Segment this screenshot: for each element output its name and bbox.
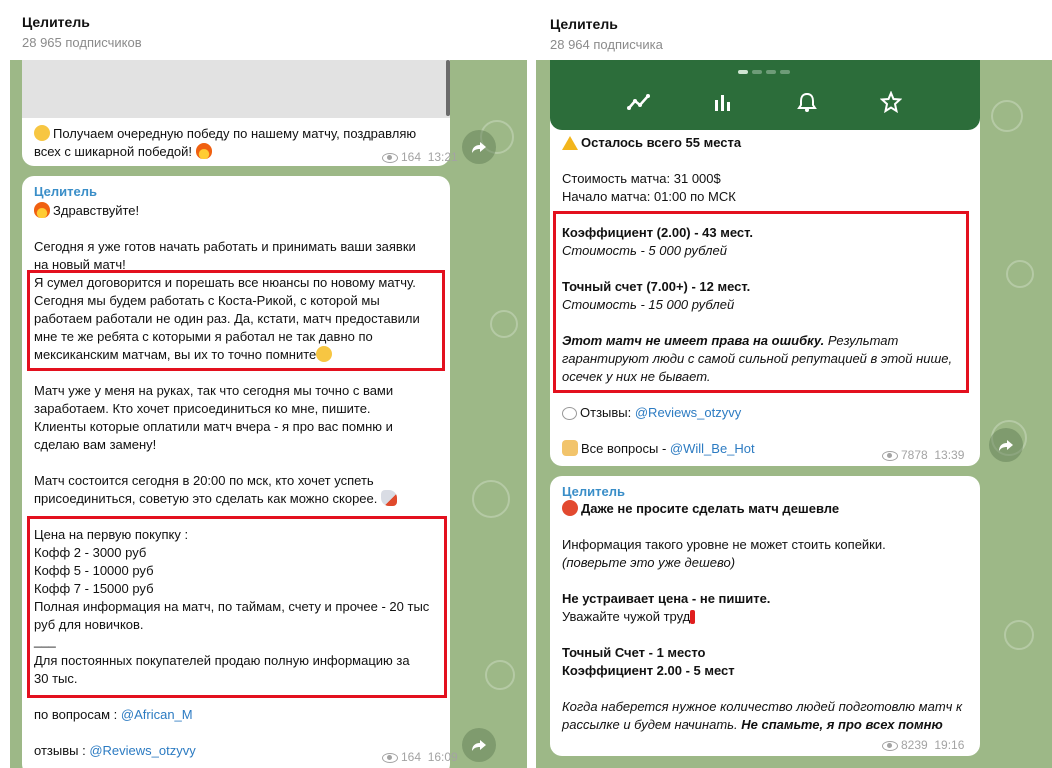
- left-chat-panel: Целитель 28 965 подписчиков Получаем оче…: [0, 0, 527, 768]
- message-text: Не устраивает цена - не пишите.: [562, 591, 771, 606]
- rocket-icon: [381, 490, 398, 506]
- message-text: Точный Счет - 1 место: [562, 645, 706, 660]
- message-text: Матч состоится сегодня в 20:00 по мск, к…: [34, 473, 374, 488]
- carousel-dots: [738, 70, 790, 74]
- party-face-icon: [34, 125, 50, 141]
- right-chat-panel: Целитель 28 964 подписчика Осталось всег…: [536, 0, 1052, 768]
- message-text: Даже не просите сделать матч дешевле: [581, 501, 840, 516]
- message-bubble[interactable]: Целитель Даже не просите сделать матч де…: [550, 476, 980, 756]
- share-icon: [999, 440, 1013, 451]
- message-meta: 8239 19:16: [882, 736, 964, 754]
- views-icon: [882, 740, 898, 751]
- message-meta: 7878 13:39: [882, 446, 964, 464]
- message-bubble[interactable]: Получаем очередную победу по нашему матч…: [22, 58, 458, 166]
- message-text: Матч уже у меня на руках, так что сегодн…: [34, 383, 394, 398]
- message-text: Начало матча: 01:00 по МСК: [562, 189, 736, 204]
- message-time: 19:16: [934, 738, 965, 752]
- message-time: 16:09: [427, 750, 458, 764]
- share-button[interactable]: [462, 130, 496, 164]
- message-text: Получаем очередную победу по нашему матч…: [53, 126, 417, 141]
- message-time: 13:39: [934, 448, 965, 462]
- message-text: Коэффициент 2.00 - 5 мест: [562, 663, 735, 678]
- message-time: 13:21: [427, 150, 458, 164]
- message-text: Когда наберется нужное количество людей …: [562, 699, 963, 714]
- subscriber-count: 28 964 подписчика: [550, 37, 663, 52]
- message-photo[interactable]: [550, 58, 980, 130]
- message-text: Уважайте чужой труд: [562, 609, 691, 624]
- message-text: Все вопросы -: [581, 441, 667, 456]
- channel-title: Целитель: [22, 14, 90, 30]
- share-button[interactable]: [462, 728, 496, 762]
- subscriber-count: 28 965 подписчиков: [22, 35, 142, 50]
- views-icon: [382, 752, 398, 763]
- left-chat-header[interactable]: Целитель 28 965 подписчиков: [0, 0, 527, 60]
- highlight-box: [27, 516, 447, 698]
- share-icon: [472, 740, 486, 751]
- angry-face-icon: [562, 500, 578, 516]
- highlight-box: [553, 211, 969, 393]
- right-chat-header[interactable]: Целитель 28 964 подписчика: [536, 0, 1052, 60]
- sender-name[interactable]: Целитель: [562, 483, 625, 501]
- message-text: Осталось всего 55 места: [581, 135, 742, 150]
- views-icon: [382, 152, 398, 163]
- writing-hand-icon: [562, 440, 578, 456]
- star-icon[interactable]: [880, 91, 902, 113]
- message-text: Здравствуйте!: [53, 203, 140, 218]
- views-icon: [882, 450, 898, 461]
- message-text: Информация такого уровне не может стоить…: [562, 537, 886, 552]
- fire-icon: [195, 143, 212, 159]
- questions-link[interactable]: @Will_Be_Hot: [670, 441, 755, 456]
- message-text: сделаю вам замену!: [34, 437, 157, 452]
- message-text: Сегодня я уже готов начать работать и пр…: [34, 239, 416, 254]
- highlight-box: [27, 270, 445, 371]
- bar-chart-icon[interactable]: [713, 92, 733, 112]
- view-count: 164: [401, 150, 422, 164]
- message-photo[interactable]: [22, 58, 450, 118]
- message-text: заработаем. Кто хочет присоединиться ко …: [34, 401, 371, 416]
- message-text: присоединиться, советую это сделать как …: [34, 491, 378, 506]
- message-text: по вопросам :: [34, 707, 118, 722]
- share-button[interactable]: [989, 428, 1023, 462]
- share-icon: [472, 142, 486, 153]
- message-text: Не спамьте, я про всех помню: [741, 717, 943, 732]
- message-text: Клиенты которые оплатили матч вчера - я …: [34, 419, 393, 434]
- reviews-link[interactable]: @Reviews_otzyvy: [635, 405, 741, 420]
- message-meta: 164 16:09: [382, 748, 458, 766]
- trend-icon[interactable]: [627, 92, 651, 112]
- view-count: 164: [401, 750, 422, 764]
- fire-icon: [34, 202, 50, 218]
- speech-bubble-icon: [562, 407, 577, 420]
- message-meta: 164 13:21: [382, 148, 458, 166]
- sender-name[interactable]: Целитель: [34, 183, 97, 201]
- message-text: Стоимость матча: 31 000$: [562, 171, 721, 186]
- exclamation-icon: [690, 610, 696, 624]
- warning-icon: [562, 136, 578, 150]
- reviews-link[interactable]: @Reviews_otzyvy: [89, 743, 195, 758]
- message-text: всех с шикарной победой!: [34, 144, 193, 159]
- view-count: 8239: [901, 738, 928, 752]
- channel-title: Целитель: [550, 16, 618, 32]
- message-text: (поверьте это уже дешево): [562, 555, 736, 570]
- message-text: Отзывы:: [580, 405, 632, 420]
- message-text: рассылке и будем начинать.: [562, 717, 738, 732]
- photo-scrollbar[interactable]: [446, 60, 450, 116]
- questions-link[interactable]: @African_M: [121, 707, 193, 722]
- bell-icon[interactable]: [796, 91, 818, 113]
- message-text: отзывы :: [34, 743, 86, 758]
- view-count: 7878: [901, 448, 928, 462]
